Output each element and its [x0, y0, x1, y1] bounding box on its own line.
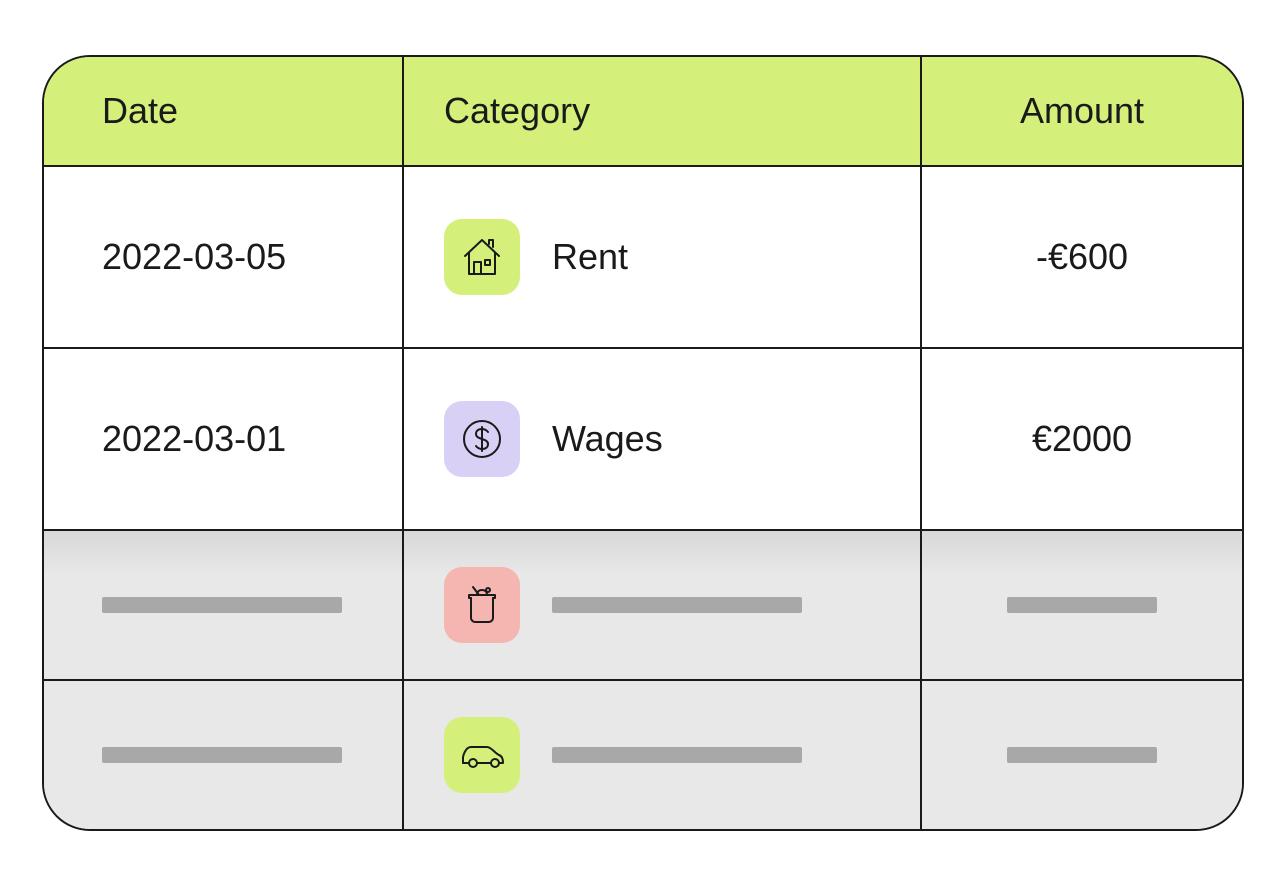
header-amount-label: Amount	[1020, 90, 1144, 132]
placeholder-bar	[102, 597, 342, 613]
groceries-icon	[444, 567, 520, 643]
placeholder-bar	[102, 747, 342, 763]
house-icon	[444, 219, 520, 295]
cell-amount: €2000	[922, 349, 1242, 529]
table-row-placeholder	[44, 679, 1242, 829]
category-value: Rent	[552, 236, 628, 278]
header-category: Category	[404, 57, 922, 165]
cell-category-placeholder	[404, 681, 922, 829]
header-date-label: Date	[102, 90, 178, 132]
header-category-label: Category	[444, 90, 590, 132]
cell-category-placeholder	[404, 531, 922, 679]
date-value: 2022-03-01	[102, 418, 286, 460]
amount-value: €2000	[1032, 418, 1132, 460]
transactions-table: Date Category Amount 2022-03-05	[42, 55, 1244, 831]
placeholder-bar	[552, 747, 802, 763]
cell-category: Wages	[404, 349, 922, 529]
placeholder-bar	[1007, 747, 1157, 763]
placeholder-bar	[552, 597, 802, 613]
cell-date-placeholder	[44, 531, 404, 679]
amount-value: -€600	[1036, 236, 1128, 278]
cell-amount: -€600	[922, 167, 1242, 347]
cell-date: 2022-03-05	[44, 167, 404, 347]
header-date: Date	[44, 57, 404, 165]
table-header-row: Date Category Amount	[44, 57, 1242, 165]
table-row[interactable]: 2022-03-05 Rent -€600	[44, 165, 1242, 347]
table-row-placeholder	[44, 529, 1242, 679]
header-amount: Amount	[922, 57, 1242, 165]
cell-date-placeholder	[44, 681, 404, 829]
dollar-icon	[444, 401, 520, 477]
car-icon	[444, 717, 520, 793]
cell-amount-placeholder	[922, 531, 1242, 679]
cell-amount-placeholder	[922, 681, 1242, 829]
cell-category: Rent	[404, 167, 922, 347]
date-value: 2022-03-05	[102, 236, 286, 278]
placeholder-bar	[1007, 597, 1157, 613]
table-row[interactable]: 2022-03-01 Wages €2000	[44, 347, 1242, 529]
cell-date: 2022-03-01	[44, 349, 404, 529]
category-value: Wages	[552, 418, 663, 460]
